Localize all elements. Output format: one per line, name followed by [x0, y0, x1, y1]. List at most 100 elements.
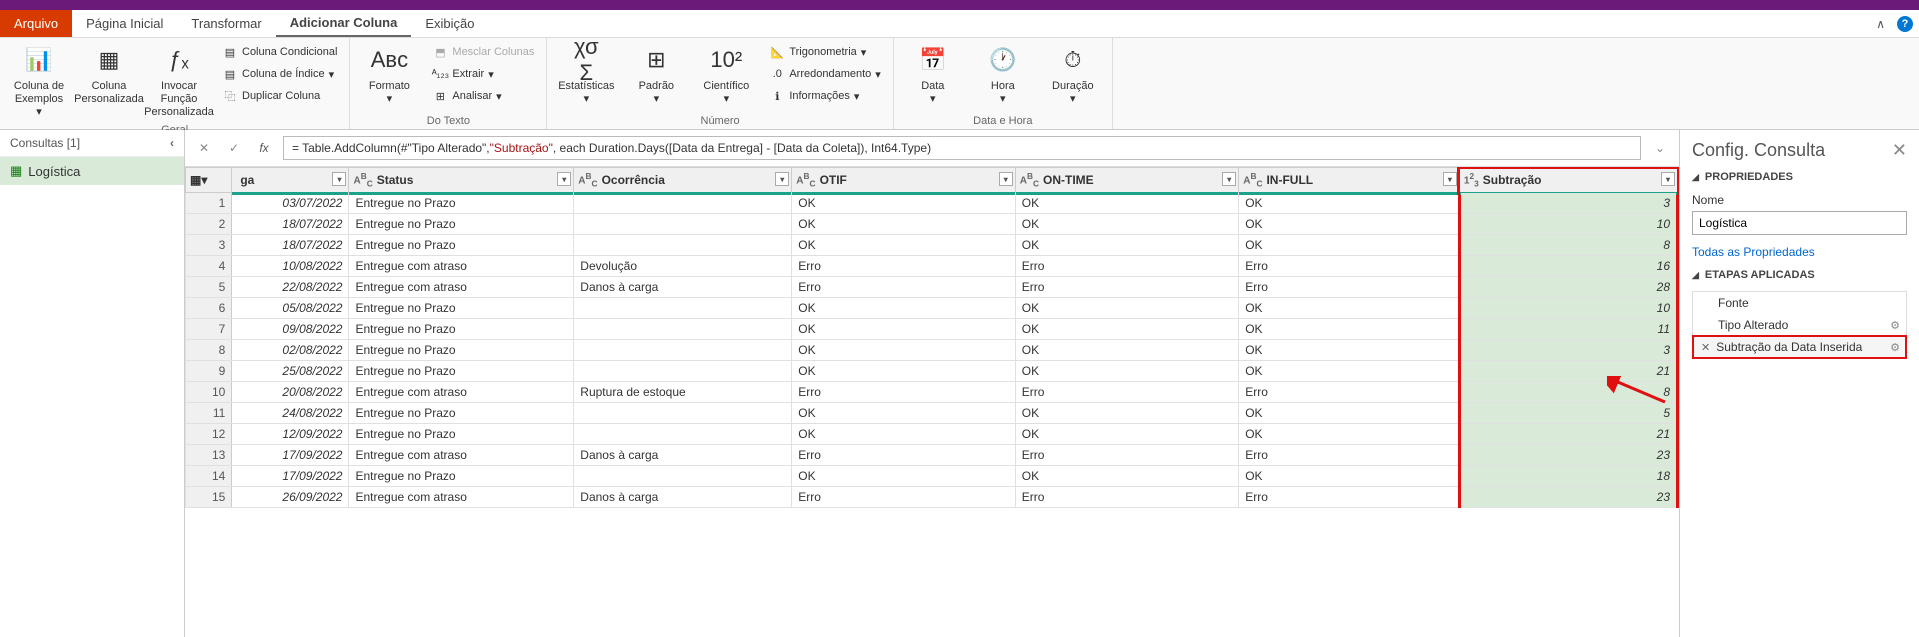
table-row[interactable]: 318/07/2022Entregue no PrazoOKOKOK8	[186, 235, 1678, 256]
query-item-logistica[interactable]: ▦ Logística	[0, 157, 184, 185]
cell-status[interactable]: Entregue com atraso	[349, 445, 574, 466]
cell-occurrence[interactable]: Danos à carga	[574, 277, 792, 298]
cell-infull[interactable]: OK	[1239, 361, 1460, 382]
filter-icon[interactable]: ▾	[1661, 172, 1675, 186]
cell-occurrence[interactable]	[574, 298, 792, 319]
statistics-button[interactable]: χσΣEstatísticas ▾	[555, 42, 617, 108]
row-number[interactable]: 2	[186, 214, 232, 235]
cell-otif[interactable]: OK	[792, 298, 1015, 319]
filter-icon[interactable]: ▾	[332, 172, 346, 186]
cell-infull[interactable]: OK	[1239, 235, 1460, 256]
column-header-status[interactable]: ABCStatus▾	[349, 168, 574, 193]
gear-icon[interactable]: ⚙	[1890, 319, 1900, 332]
cell-occurrence[interactable]: Danos à carga	[574, 487, 792, 508]
cell-occurrence[interactable]	[574, 424, 792, 445]
duplicate-column-button[interactable]: ⿻Duplicar Coluna	[218, 86, 341, 106]
analyze-button[interactable]: ⊞Analisar ▾	[428, 86, 538, 106]
cell-otif[interactable]: OK	[792, 235, 1015, 256]
cell-date[interactable]: 18/07/2022	[232, 235, 349, 256]
date-button[interactable]: 📅Data ▾	[902, 42, 964, 108]
row-number[interactable]: 9	[186, 361, 232, 382]
cell-date[interactable]: 17/09/2022	[232, 466, 349, 487]
cell-ontime[interactable]: OK	[1015, 466, 1238, 487]
row-number[interactable]: 14	[186, 466, 232, 487]
cell-status[interactable]: Entregue no Prazo	[349, 235, 574, 256]
fx-icon[interactable]: fx	[253, 137, 275, 159]
column-header-on-time[interactable]: ABCON-TIME▾	[1015, 168, 1238, 193]
row-number[interactable]: 5	[186, 277, 232, 298]
table-row[interactable]: 605/08/2022Entregue no PrazoOKOKOK10	[186, 298, 1678, 319]
table-row[interactable]: 1124/08/2022Entregue no PrazoOKOKOK5	[186, 403, 1678, 424]
cell-status[interactable]: Entregue no Prazo	[349, 298, 574, 319]
table-row[interactable]: 1526/09/2022Entregue com atrasoDanos à c…	[186, 487, 1678, 508]
table-row[interactable]: 410/08/2022Entregue com atrasoDevoluçãoE…	[186, 256, 1678, 277]
close-settings-icon[interactable]: ✕	[1892, 140, 1907, 161]
duration-button[interactable]: ⏱Duração ▾	[1042, 42, 1104, 108]
index-column-button[interactable]: ▤Coluna de Índice ▾	[218, 64, 341, 84]
cell-subtracao[interactable]: 8	[1459, 382, 1677, 403]
cell-status[interactable]: Entregue no Prazo	[349, 319, 574, 340]
column-header-ocorrência[interactable]: ABCOcorrência▾	[574, 168, 792, 193]
cell-occurrence[interactable]	[574, 214, 792, 235]
cell-occurrence[interactable]	[574, 340, 792, 361]
cell-otif[interactable]: Erro	[792, 382, 1015, 403]
row-number[interactable]: 1	[186, 193, 232, 214]
column-header-ga[interactable]: ga▾	[232, 168, 349, 193]
cell-status[interactable]: Entregue no Prazo	[349, 214, 574, 235]
cell-date[interactable]: 12/09/2022	[232, 424, 349, 445]
cell-infull[interactable]: Erro	[1239, 256, 1460, 277]
cell-infull[interactable]: Erro	[1239, 382, 1460, 403]
standard-button[interactable]: ⊞Padrão ▾	[625, 42, 687, 108]
cell-status[interactable]: Entregue com atraso	[349, 256, 574, 277]
tab-página-inicial[interactable]: Página Inicial	[72, 10, 177, 37]
information-button[interactable]: ℹInformações ▾	[765, 86, 884, 106]
row-number[interactable]: 15	[186, 487, 232, 508]
cell-date[interactable]: 17/09/2022	[232, 445, 349, 466]
table-row[interactable]: 925/08/2022Entregue no PrazoOKOKOK21	[186, 361, 1678, 382]
cell-ontime[interactable]: OK	[1015, 424, 1238, 445]
cell-subtracao[interactable]: 3	[1459, 340, 1677, 361]
merge-columns-button[interactable]: ⬒Mesclar Colunas	[428, 42, 538, 62]
cell-subtracao[interactable]: 23	[1459, 445, 1677, 466]
cell-subtracao[interactable]: 21	[1459, 424, 1677, 445]
cell-subtracao[interactable]: 16	[1459, 256, 1677, 277]
table-row[interactable]: 709/08/2022Entregue no PrazoOKOKOK11	[186, 319, 1678, 340]
cell-otif[interactable]: Erro	[792, 445, 1015, 466]
column-header-in-full[interactable]: ABCIN-FULL▾	[1239, 168, 1460, 193]
cell-subtracao[interactable]: 8	[1459, 235, 1677, 256]
cell-occurrence[interactable]	[574, 319, 792, 340]
cell-ontime[interactable]: OK	[1015, 361, 1238, 382]
cell-occurrence[interactable]: Devolução	[574, 256, 792, 277]
cell-otif[interactable]: OK	[792, 340, 1015, 361]
cell-infull[interactable]: OK	[1239, 340, 1460, 361]
cell-subtracao[interactable]: 18	[1459, 466, 1677, 487]
cell-occurrence[interactable]: Danos à carga	[574, 445, 792, 466]
cell-date[interactable]: 05/08/2022	[232, 298, 349, 319]
cell-ontime[interactable]: OK	[1015, 214, 1238, 235]
column-header[interactable]: IN-FULL	[1266, 173, 1313, 187]
help-icon[interactable]: ?	[1897, 16, 1913, 32]
applied-step[interactable]: ✕Subtração da Data Inserida⚙	[1693, 336, 1906, 358]
cell-subtracao[interactable]: 11	[1459, 319, 1677, 340]
cell-occurrence[interactable]	[574, 193, 792, 214]
cell-date[interactable]: 20/08/2022	[232, 382, 349, 403]
cell-ontime[interactable]: Erro	[1015, 382, 1238, 403]
query-name-field[interactable]	[1692, 211, 1907, 235]
applied-step[interactable]: Tipo Alterado⚙	[1693, 314, 1906, 336]
cell-ontime[interactable]: Erro	[1015, 277, 1238, 298]
column-header-otif[interactable]: ABCOTIF▾	[792, 168, 1015, 193]
row-number[interactable]: 3	[186, 235, 232, 256]
cell-occurrence[interactable]	[574, 403, 792, 424]
cell-infull[interactable]: OK	[1239, 424, 1460, 445]
table-row[interactable]: 103/07/2022Entregue no PrazoOKOKOK3	[186, 193, 1678, 214]
table-row[interactable]: 1417/09/2022Entregue no PrazoOKOKOK18	[186, 466, 1678, 487]
cell-status[interactable]: Entregue com atraso	[349, 382, 574, 403]
cancel-formula-icon[interactable]: ✕	[193, 137, 215, 159]
cell-date[interactable]: 09/08/2022	[232, 319, 349, 340]
cell-otif[interactable]: OK	[792, 424, 1015, 445]
column-header[interactable]: OTIF	[820, 173, 847, 187]
formula-dropdown-icon[interactable]: ⌄	[1649, 137, 1671, 159]
cell-status[interactable]: Entregue com atraso	[349, 487, 574, 508]
table-row[interactable]: 1212/09/2022Entregue no PrazoOKOKOK21	[186, 424, 1678, 445]
rounding-button[interactable]: .0Arredondamento ▾	[765, 64, 884, 84]
